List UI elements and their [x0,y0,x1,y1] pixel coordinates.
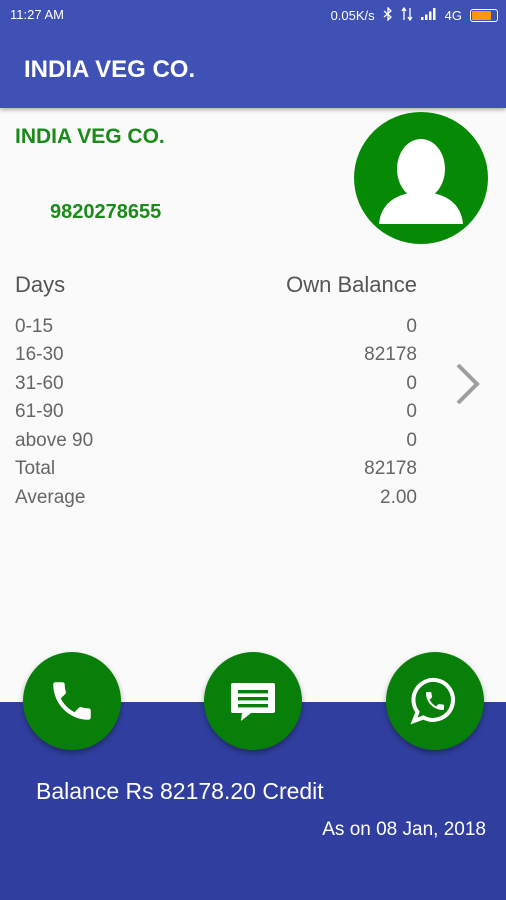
row-days: 0-15 [15,316,54,337]
message-icon [231,683,275,721]
row-days: 31-60 [15,373,64,394]
status-icons: 0.05K/s 4G [330,6,498,24]
phone-icon [53,682,91,720]
row-value: 2.00 [380,487,417,508]
party-name: INDIA VEG CO. [15,125,165,148]
days-header: Days [15,272,66,297]
person-icon [379,139,463,224]
row-value: 0 [406,430,417,451]
row-days: 16-30 [15,344,64,365]
chevron-right-icon[interactable] [452,362,482,411]
row-value: 0 [406,401,417,422]
table-row: 0-15 0 [15,316,417,342]
call-button[interactable] [23,652,121,750]
whatsapp-button[interactable] [386,652,484,750]
table-row: 31-60 0 [15,373,417,399]
row-value: 82178 [364,344,417,365]
as-on-date: As on 08 Jan, 2018 [322,819,486,840]
table-row: Average 2.00 [15,487,417,513]
row-value: 0 [406,373,417,394]
avatar [354,112,488,244]
party-phone[interactable]: 9820278655 [50,201,161,224]
row-days: 61-90 [15,401,64,422]
table-row: 16-30 82178 [15,344,417,370]
status-bar: 11:27 AM 0.05K/s 4G [0,0,506,30]
app-bar: INDIA VEG CO. [0,30,506,108]
status-time: 11:27 AM [10,7,64,22]
bluetooth-icon [383,6,393,24]
balance-header: Own Balance [286,272,417,297]
table-row: Total 82178 [15,458,417,484]
message-button[interactable] [204,652,302,750]
row-days: above 90 [15,430,94,451]
app-title: INDIA VEG CO. [24,56,196,83]
balance-text: Balance Rs 82178.20 Credit [36,778,324,804]
row-days: Average [15,487,86,508]
table-row: above 90 0 [15,430,417,456]
data-arrows-icon [401,6,413,24]
whatsapp-icon [410,677,455,725]
row-days: Total [15,458,56,479]
network-type: 4G [444,8,462,23]
table-row: 61-90 0 [15,401,417,427]
battery-icon [470,9,498,22]
signal-icon [420,8,437,23]
network-speed: 0.05K/s [330,8,375,23]
row-value: 0 [406,316,417,337]
row-value: 82178 [364,458,417,479]
